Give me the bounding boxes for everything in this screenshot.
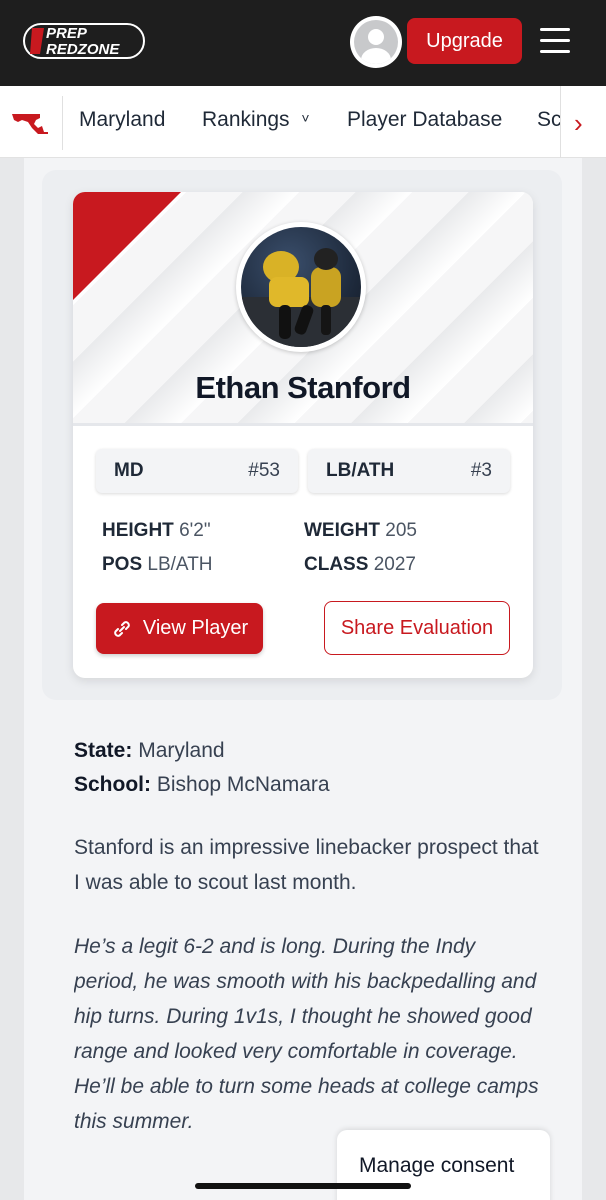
pos-label: POS	[102, 554, 143, 575]
home-indicator	[195, 1183, 411, 1189]
school-line-label: School:	[74, 773, 151, 796]
state-line-label: State:	[74, 739, 133, 762]
nav-item-maryland[interactable]: Maryland	[79, 108, 165, 132]
logo-line1: PREP	[46, 25, 88, 42]
menu-icon[interactable]	[540, 28, 570, 54]
state-abbr: MD	[114, 460, 144, 481]
pos-stat: POS LB/ATH	[102, 554, 213, 576]
player-card: Ethan Stanford MD #53 LB/ATH #3 HEIGHT 6…	[73, 192, 533, 678]
state-rank: #53	[248, 460, 280, 481]
nav-item-rankings[interactable]: Rankings ˅	[202, 108, 310, 132]
logo-line2: REDZONE	[46, 41, 120, 58]
class-label: CLASS	[304, 554, 369, 575]
class-value: 2027	[373, 554, 416, 575]
prep-redzone-logo[interactable]: PREP REDZONE	[22, 20, 148, 62]
position-label: LB/ATH	[326, 460, 395, 481]
school-line-value: Bishop McNamara	[156, 773, 330, 796]
height-stat: HEIGHT 6'2"	[102, 520, 211, 542]
article-paragraph-1: Stanford is an impressive linebacker pro…	[74, 836, 539, 894]
player-photo-image	[241, 227, 361, 347]
weight-stat: WEIGHT 205	[304, 520, 417, 542]
nav-rankings-label: Rankings	[202, 108, 290, 131]
manage-consent-button[interactable]: Manage consent	[337, 1130, 550, 1200]
pos-value: LB/ATH	[147, 554, 213, 575]
avatar-icon	[354, 20, 398, 64]
view-player-button[interactable]: View Player	[96, 603, 263, 654]
chevron-down-icon: ˅	[301, 110, 310, 126]
weight-label: WEIGHT	[304, 520, 380, 541]
position-rank-pill: LB/ATH #3	[308, 449, 510, 493]
class-stat: CLASS 2027	[304, 554, 416, 576]
view-player-label: View Player	[142, 617, 249, 639]
player-name: Ethan Stanford	[195, 370, 411, 405]
state-rank-pill: MD #53	[96, 449, 298, 493]
share-evaluation-button[interactable]: Share Evaluation	[324, 601, 510, 655]
state-line: State: Maryland	[74, 739, 225, 763]
player-photo[interactable]	[236, 222, 366, 352]
weight-value: 205	[385, 520, 417, 541]
nav-divider	[62, 96, 63, 150]
nav-item-player-database[interactable]: Player Database	[347, 108, 502, 132]
school-line: School: Bishop McNamara	[74, 773, 330, 797]
height-value: 6'2"	[179, 520, 211, 541]
account-avatar[interactable]	[350, 16, 402, 68]
chevron-right-icon[interactable]: ›	[574, 108, 583, 139]
link-icon	[114, 620, 130, 637]
height-label: HEIGHT	[102, 520, 174, 541]
upgrade-button[interactable]: Upgrade	[407, 18, 522, 64]
position-rank: #3	[470, 460, 492, 481]
maryland-state-icon[interactable]	[10, 110, 50, 141]
card-corner-accent	[73, 192, 181, 300]
nav-arrow-divider	[560, 86, 561, 158]
state-line-value: Maryland	[138, 739, 225, 762]
nav-item-truncated[interactable]: Sc	[537, 108, 560, 132]
